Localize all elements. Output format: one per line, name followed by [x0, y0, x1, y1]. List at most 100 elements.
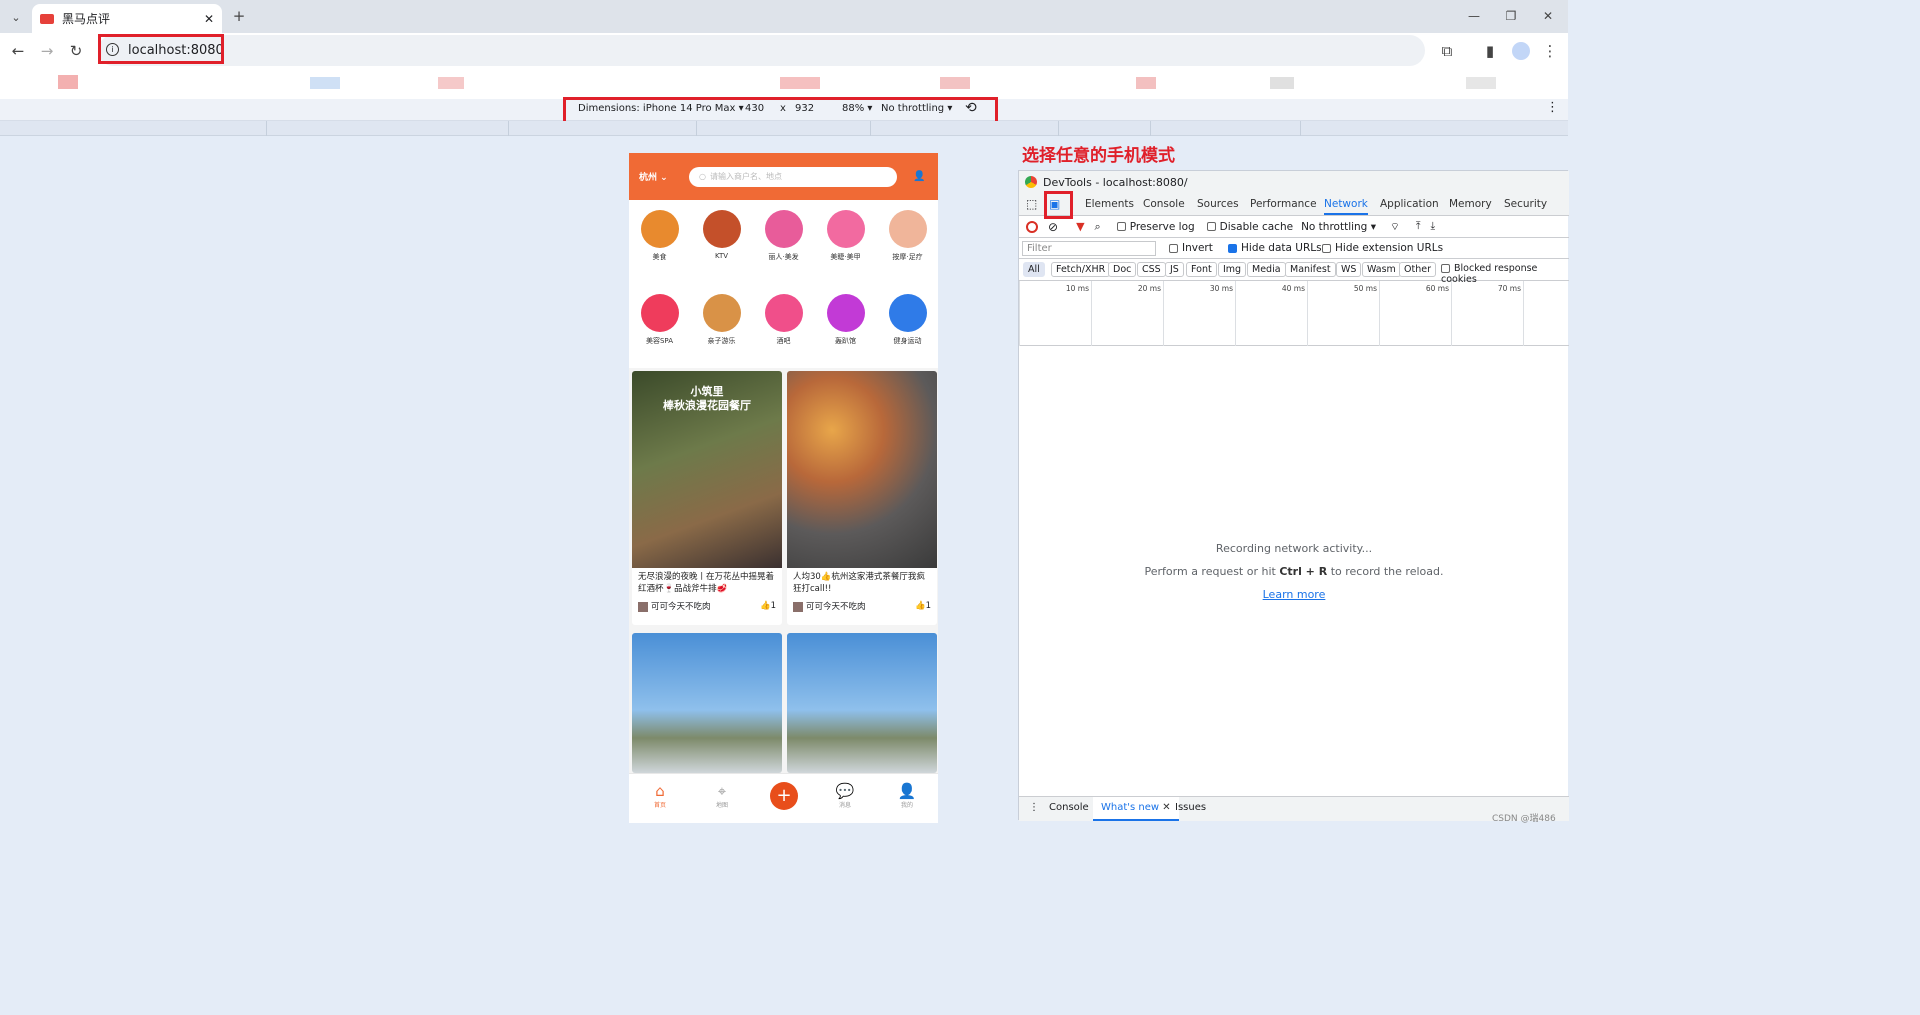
preserve-log-checkbox[interactable]: Preserve log — [1116, 220, 1195, 233]
timeline-tick: 60 ms — [1379, 281, 1451, 346]
phone-search-input[interactable]: ○ 请输入商户名、地点 — [689, 166, 897, 187]
note-card[interactable]: 人均30👍杭州这家港式茶餐厅我疯狂打call!! 可可今天不吃肉 👍1 — [787, 371, 937, 625]
drawer-tab-console[interactable]: Console — [1049, 802, 1089, 813]
drawer-tab-whats-new[interactable]: What's new ✕ — [1093, 797, 1179, 821]
profile-avatar-icon[interactable] — [1512, 42, 1530, 60]
phone-user-icon[interactable]: 👤 — [913, 171, 925, 182]
tab-home[interactable]: ⌂ 首页 — [640, 782, 680, 809]
note-card[interactable]: 小筑里 棒秋浪漫花园餐厅 无尽浪漫的夜晚丨在万花丛中摇晃着红酒杯🍷品战斧牛排🥩 … — [632, 371, 782, 625]
side-panel-icon[interactable]: ▮ — [1480, 41, 1500, 61]
type-media[interactable]: Media — [1247, 262, 1286, 277]
type-other[interactable]: Other — [1399, 262, 1436, 277]
network-conditions-icon[interactable]: ⌔ — [1390, 220, 1400, 234]
hair-icon — [764, 210, 803, 248]
tab-network[interactable]: Network — [1324, 198, 1368, 215]
tab-search-icon[interactable]: ⌄ — [6, 7, 26, 27]
city-selector[interactable]: 杭州 ⌄ — [639, 170, 679, 183]
like-button[interactable]: 👍1 — [915, 601, 931, 611]
learn-more-link[interactable]: Learn more — [1019, 588, 1569, 601]
tab-messages[interactable]: 💬 消息 — [825, 782, 865, 809]
filter-input[interactable]: Filter — [1022, 241, 1156, 256]
back-icon[interactable]: ← — [8, 41, 28, 61]
type-js[interactable]: JS — [1165, 262, 1184, 277]
note-author[interactable]: 可可今天不吃肉 — [793, 600, 866, 612]
disable-cache-checkbox[interactable]: Disable cache — [1206, 221, 1293, 233]
hide-data-urls-checkbox[interactable]: Hide data URLs — [1228, 242, 1322, 254]
search-icon[interactable]: ⌕ — [1095, 220, 1101, 234]
type-css[interactable]: CSS — [1137, 262, 1166, 277]
note-card[interactable] — [787, 633, 937, 773]
type-ws[interactable]: WS — [1336, 262, 1362, 277]
type-font[interactable]: Font — [1186, 262, 1217, 277]
category-food[interactable]: 美食 — [629, 210, 690, 262]
restore-icon[interactable]: ❐ — [1501, 6, 1521, 26]
inspect-element-icon[interactable]: ⬚ — [1026, 197, 1037, 211]
extensions-icon[interactable]: ⧉ — [1437, 41, 1457, 61]
drawer-menu-icon[interactable]: ⋮ — [1029, 802, 1039, 813]
phone-tab-bar: ⌂ 首页 ⌖ 地图 + 💬 消息 👤 我的 — [629, 773, 938, 823]
new-tab-icon[interactable]: + — [229, 6, 249, 26]
tab-performance[interactable]: Performance — [1250, 198, 1317, 210]
map-pin-icon: ⌖ — [717, 782, 727, 800]
checkbox-box — [1228, 243, 1237, 253]
export-har-icon[interactable]: ⤓ — [1431, 220, 1436, 233]
category-party[interactable]: 轰趴馆 — [815, 294, 876, 346]
checkbox-label: Preserve log — [1129, 220, 1195, 233]
network-overview-timeline: 10 ms 20 ms 30 ms 40 ms 50 ms 60 ms 70 m… — [1019, 281, 1569, 346]
close-icon[interactable]: ✕ — [1162, 802, 1170, 813]
type-manifest[interactable]: Manifest — [1285, 262, 1336, 277]
category-fitness[interactable]: 健身运动 — [877, 294, 938, 346]
record-icon[interactable] — [1026, 220, 1038, 233]
nail-polish-icon — [826, 210, 865, 248]
drawer-tab-issues[interactable]: Issues — [1175, 802, 1206, 813]
type-doc[interactable]: Doc — [1108, 262, 1137, 277]
category-family[interactable]: 亲子游乐 — [691, 294, 752, 346]
like-button[interactable]: 👍1 — [760, 601, 776, 611]
close-tab-icon[interactable]: ✕ — [204, 12, 214, 26]
media-query-bar — [0, 121, 1568, 136]
device-more-icon[interactable]: ⋮ — [1546, 100, 1559, 115]
note-card[interactable] — [632, 633, 782, 773]
forward-icon[interactable]: → — [37, 41, 57, 61]
reload-icon[interactable]: ↻ — [66, 41, 86, 61]
type-all[interactable]: All — [1023, 262, 1045, 277]
tab-application[interactable]: Application — [1380, 198, 1439, 210]
filter-funnel-icon[interactable]: ▼ — [1076, 220, 1084, 233]
hide-extension-urls-checkbox[interactable]: Hide extension URLs — [1322, 242, 1443, 254]
timeline-tick: 20 ms — [1091, 281, 1163, 346]
minimize-icon[interactable]: — — [1464, 6, 1484, 26]
address-bar[interactable]: i localhost:8080 — [98, 35, 1425, 66]
close-window-icon[interactable]: ✕ — [1538, 6, 1558, 26]
tab-elements[interactable]: Elements — [1085, 198, 1134, 210]
device-toggle-highlight-box — [1044, 191, 1073, 219]
tab-map[interactable]: ⌖ 地图 — [702, 782, 742, 809]
invert-checkbox[interactable]: Invert — [1169, 242, 1213, 254]
network-throttle-select[interactable]: No throttling ▾ — [1301, 221, 1376, 233]
tab-strip: ⌄ 黑马点评 ✕ + — ❐ ✕ — [0, 0, 1568, 33]
clear-icon[interactable]: ⊘ — [1048, 220, 1058, 234]
phone-header: 杭州 ⌄ ○ 请输入商户名、地点 👤 — [629, 153, 938, 200]
category-nails[interactable]: 美睫·美甲 — [815, 210, 876, 262]
type-fetch-xhr[interactable]: Fetch/XHR — [1051, 262, 1111, 277]
note-author[interactable]: 可可今天不吃肉 — [638, 600, 711, 612]
tab-profile[interactable]: 👤 我的 — [887, 782, 927, 809]
menu-kebab-icon[interactable]: ⋮ — [1540, 41, 1560, 61]
tick-label: 30 ms — [1209, 284, 1233, 293]
type-wasm[interactable]: Wasm — [1362, 262, 1401, 277]
tab-sources[interactable]: Sources — [1197, 198, 1239, 210]
category-spa[interactable]: 美容SPA — [629, 294, 690, 346]
throttle-value: No throttling — [1301, 220, 1368, 233]
browser-tab[interactable]: 黑马点评 ✕ — [32, 4, 222, 33]
checkbox-label: Invert — [1182, 242, 1213, 254]
tab-security[interactable]: Security — [1504, 198, 1547, 210]
category-massage[interactable]: 按摩·足疗 — [877, 210, 938, 262]
category-ktv[interactable]: KTV — [691, 210, 752, 260]
tab-memory[interactable]: Memory — [1449, 198, 1492, 210]
category-label: 美睫·美甲 — [830, 253, 861, 261]
tab-console[interactable]: Console — [1143, 198, 1185, 210]
type-img[interactable]: Img — [1218, 262, 1247, 277]
category-bar[interactable]: 酒吧 — [753, 294, 814, 346]
import-har-icon[interactable]: ⤒ — [1416, 220, 1421, 233]
add-post-button[interactable]: + — [770, 782, 798, 810]
category-hair[interactable]: 丽人·美发 — [753, 210, 814, 262]
